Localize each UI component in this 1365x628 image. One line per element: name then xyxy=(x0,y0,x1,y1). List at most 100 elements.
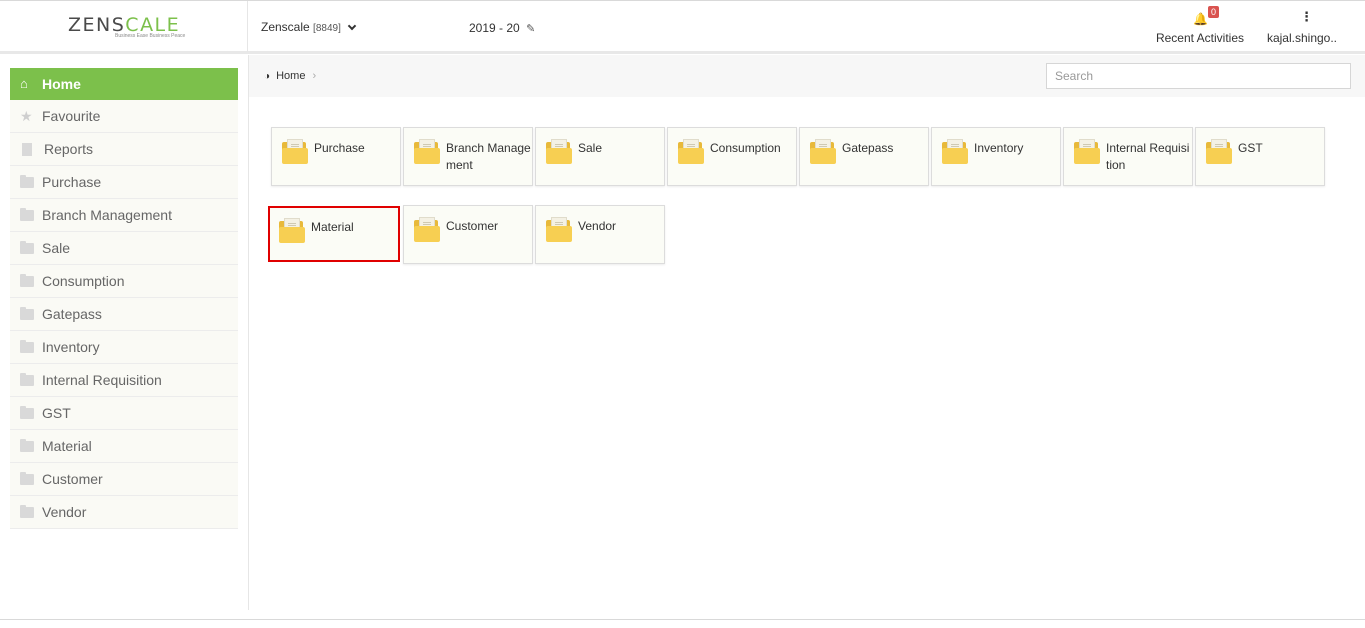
sidebar-item-label: Material xyxy=(42,438,92,454)
folder-icon xyxy=(279,217,305,243)
sidebar-item-sale[interactable]: Sale xyxy=(10,232,238,265)
folder-icon xyxy=(20,306,34,320)
sidebar: ⌂ Home ★ Favourite Reports Purchase Bran… xyxy=(0,55,249,610)
company-code: [8849] xyxy=(313,23,341,34)
sidebar-item-label: Internal Requisition xyxy=(42,372,162,388)
tile-label: GST xyxy=(1238,141,1263,155)
folder-icon xyxy=(942,138,968,164)
edit-icon[interactable]: ✎ xyxy=(526,22,535,35)
more-vertical-icon: ⋮ xyxy=(1300,9,1313,24)
tile-material[interactable]: Material xyxy=(268,206,400,262)
folder-icon xyxy=(546,138,572,164)
sidebar-item-internal-requisition[interactable]: Internal Requisition xyxy=(10,364,238,397)
tile-label: Material xyxy=(311,220,354,234)
folder-icon xyxy=(678,138,704,164)
tile-label: Sale xyxy=(578,141,603,155)
sidebar-item-label: Sale xyxy=(42,240,71,256)
notification-badge: 0 xyxy=(1208,6,1220,18)
tile-label: Branch Management xyxy=(446,141,531,172)
dashboard-icon: ◑ xyxy=(264,71,271,82)
sidebar-item-gatepass[interactable]: Gatepass xyxy=(10,298,238,331)
star-icon: ★ xyxy=(20,108,33,124)
folder-icon xyxy=(20,372,34,386)
sidebar-item-material[interactable]: Material xyxy=(10,430,238,463)
tile-label: Internal Requisition xyxy=(1106,141,1190,172)
sidebar-item-label: Reports xyxy=(44,141,94,157)
folder-icon xyxy=(810,138,836,164)
folder-icon xyxy=(20,339,34,353)
sidebar-item-favourite[interactable]: ★ Favourite xyxy=(10,100,238,133)
folder-icon xyxy=(20,438,34,452)
breadcrumb-separator-icon: › xyxy=(312,70,317,82)
tile-inventory[interactable]: Inventory xyxy=(931,127,1061,186)
tile-gatepass[interactable]: Gatepass xyxy=(799,127,929,186)
folder-icon xyxy=(20,207,34,221)
tile-label: Consumption xyxy=(710,141,781,155)
tile-label: Gatepass xyxy=(842,141,894,155)
folder-icon xyxy=(546,216,572,242)
tile-label: Purchase xyxy=(314,141,365,155)
folder-icon xyxy=(20,273,34,287)
file-icon xyxy=(22,142,32,156)
tile-internal-requisition[interactable]: Internal Requisition xyxy=(1063,127,1193,186)
sidebar-item-label: Branch Management xyxy=(42,207,172,223)
tile-sale[interactable]: Sale xyxy=(535,127,665,186)
sidebar-item-purchase[interactable]: Purchase xyxy=(10,166,238,199)
home-icon: ⌂ xyxy=(20,75,28,91)
sidebar-item-branch-management[interactable]: Branch Management xyxy=(10,199,238,232)
folder-icon xyxy=(20,405,34,419)
folder-icon xyxy=(414,138,440,164)
folder-icon xyxy=(414,216,440,242)
folder-icon xyxy=(20,174,34,188)
financial-year-label: 2019 - 20 xyxy=(469,21,520,35)
recent-activities-button[interactable]: 🔔 0 Recent Activities xyxy=(1150,6,1250,49)
sidebar-item-label: GST xyxy=(42,405,71,421)
chevron-down-icon xyxy=(347,21,357,31)
breadcrumb-home[interactable]: Home xyxy=(276,70,305,82)
bell-icon: 🔔 xyxy=(1193,12,1208,26)
sidebar-item-customer[interactable]: Customer xyxy=(10,463,238,496)
tile-label: Inventory xyxy=(974,141,1024,155)
folder-icon xyxy=(1074,138,1100,164)
footer-divider xyxy=(0,619,1365,620)
sidebar-item-home[interactable]: ⌂ Home xyxy=(10,68,238,100)
logo-area[interactable]: ZENSCALE Business Ease Business Peace xyxy=(0,1,248,52)
search-input[interactable] xyxy=(1046,63,1351,89)
sidebar-item-inventory[interactable]: Inventory xyxy=(10,331,238,364)
user-menu[interactable]: ⋮ kajal.shingo.. xyxy=(1262,9,1342,49)
sidebar-item-label: Customer xyxy=(42,471,103,487)
company-selector[interactable]: Zenscale [8849] xyxy=(261,20,357,34)
sidebar-item-label: Gatepass xyxy=(42,306,102,322)
financial-year-selector[interactable]: 2019 - 20 ✎ xyxy=(469,21,535,35)
logo-tagline: Business Ease Business Peace xyxy=(115,33,186,39)
folder-icon xyxy=(20,504,34,518)
sidebar-nav: ⌂ Home ★ Favourite Reports Purchase Bran… xyxy=(10,68,238,529)
recent-activities-label: Recent Activities xyxy=(1155,31,1245,45)
folder-icon xyxy=(1206,138,1232,164)
sidebar-item-label: Purchase xyxy=(42,174,102,190)
sidebar-item-label: Inventory xyxy=(42,339,100,355)
tile-label: Customer xyxy=(446,219,499,233)
sidebar-item-label: Home xyxy=(42,75,81,92)
sidebar-item-label: Consumption xyxy=(42,273,125,289)
sidebar-item-reports[interactable]: Reports xyxy=(10,133,238,166)
tile-branch-management[interactable]: Branch Management xyxy=(403,127,533,186)
folder-icon xyxy=(282,138,308,164)
user-name: kajal.shingo.. xyxy=(1266,31,1338,45)
sidebar-item-consumption[interactable]: Consumption xyxy=(10,265,238,298)
tile-label: Vendor xyxy=(578,219,617,233)
top-header: ZENSCALE Business Ease Business Peace Ze… xyxy=(0,0,1365,54)
folder-icon xyxy=(20,240,34,254)
breadcrumb-bar: ◑ Home › xyxy=(249,55,1365,97)
sidebar-item-gst[interactable]: GST xyxy=(10,397,238,430)
folder-icon xyxy=(20,471,34,485)
tile-vendor[interactable]: Vendor xyxy=(535,205,665,264)
tile-purchase[interactable]: Purchase xyxy=(271,127,401,186)
sidebar-item-label: Favourite xyxy=(42,108,101,124)
tile-customer[interactable]: Customer xyxy=(403,205,533,264)
sidebar-item-vendor[interactable]: Vendor xyxy=(10,496,238,529)
breadcrumb: ◑ Home › xyxy=(264,70,316,82)
company-name: Zenscale xyxy=(261,20,310,34)
tile-gst[interactable]: GST xyxy=(1195,127,1325,186)
tile-consumption[interactable]: Consumption xyxy=(667,127,797,186)
